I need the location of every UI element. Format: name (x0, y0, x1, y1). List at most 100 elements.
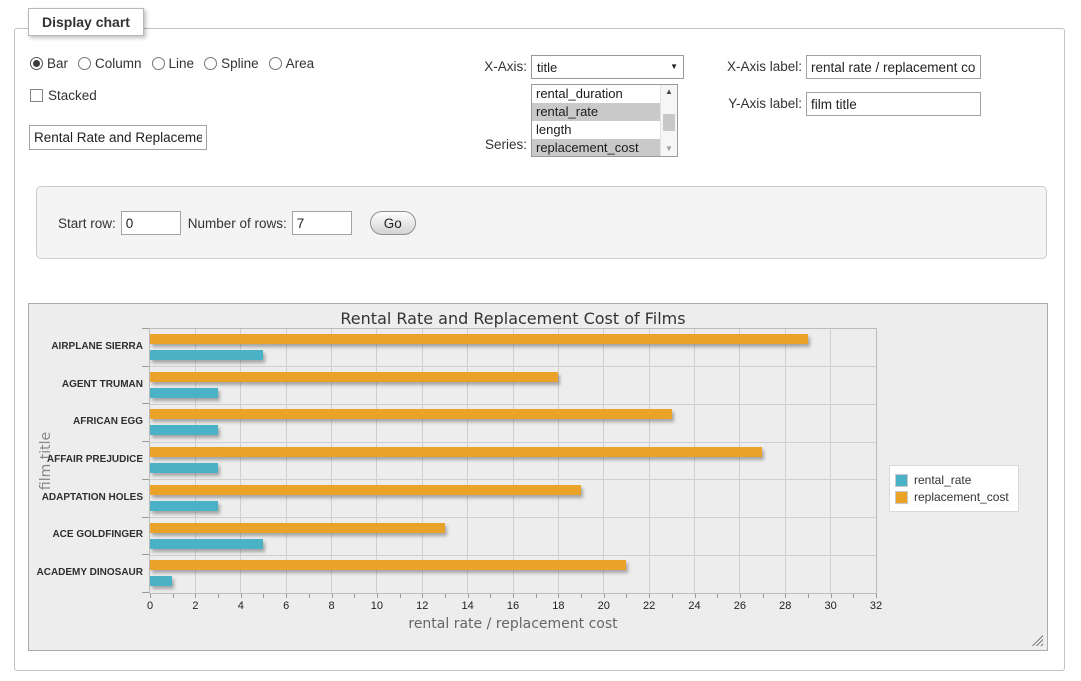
scrollbar-thumb[interactable] (663, 114, 675, 131)
page: { "window": { "legend": "Display chart" … (0, 0, 1081, 681)
x-axis-tick-label: 10 (362, 600, 392, 612)
gridline-vertical (195, 329, 196, 593)
legend-label: rental_rate (914, 473, 971, 487)
x-axis-tick (831, 594, 832, 598)
chart-type-option-column[interactable]: Column (78, 56, 142, 71)
radio-icon[interactable] (78, 57, 91, 70)
checkbox-icon[interactable] (30, 89, 43, 102)
x-axis-tick (513, 594, 514, 598)
series-option-replacement_cost[interactable]: replacement_cost (532, 139, 660, 157)
x-axis-tick (354, 594, 355, 598)
x-axis-tick (717, 594, 718, 598)
x-axis-tick (808, 594, 809, 598)
gridline-vertical (558, 329, 559, 593)
x-axis-tick-label: 22 (634, 600, 664, 612)
category-tick (142, 403, 149, 404)
x-axis-tick (400, 594, 401, 598)
x-axis-title: rental rate / replacement cost (149, 616, 877, 632)
category-tick (142, 328, 149, 329)
category-tick (142, 366, 149, 367)
chart-type-option-label: Column (95, 56, 142, 71)
gridline-vertical (513, 329, 514, 593)
bar-replacement_cost-airplane-sierra (150, 334, 808, 344)
chart-type-option-label: Bar (47, 56, 68, 71)
x-axis-tick (763, 594, 764, 598)
bar-rental_rate-ace-goldfinger (150, 539, 263, 549)
chevron-down-icon: ▼ (670, 62, 678, 71)
x-axis-tick-label: 18 (543, 600, 573, 612)
chart-container: Rental Rate and Replacement Cost of Film… (28, 303, 1048, 651)
chart-type-option-label: Spline (221, 56, 259, 71)
bar-replacement_cost-agent-truman (150, 372, 558, 382)
radio-icon[interactable] (152, 57, 165, 70)
chart-legend: rental_ratereplacement_cost (889, 465, 1019, 512)
category-tick (142, 441, 149, 442)
x-axis-tick (649, 594, 650, 598)
row-range-controls: Start row: Number of rows: Go (58, 211, 416, 235)
x-axis-tick-label: 12 (407, 600, 437, 612)
bar-replacement_cost-african-egg (150, 409, 672, 419)
plot-area (149, 328, 877, 594)
gridline-vertical (240, 329, 241, 593)
x-axis-tick-label: 0 (135, 600, 165, 612)
bar-replacement_cost-adaptation-holes (150, 485, 581, 495)
category-tick (142, 592, 149, 593)
scrollbar[interactable]: ▲ ▼ (660, 85, 677, 156)
series-multiselect[interactable]: rental_durationrental_ratelengthreplacem… (531, 84, 678, 157)
x-axis-tick-label: 20 (589, 600, 619, 612)
go-button[interactable]: Go (370, 211, 416, 235)
bar-rental_rate-african-egg (150, 425, 218, 435)
gridline-horizontal (150, 555, 876, 556)
x-axis-tick (218, 594, 219, 598)
legend-swatch-icon (895, 474, 908, 487)
scrollbar-up-icon[interactable]: ▲ (661, 85, 677, 99)
x-axis-label-caption: X-Axis label: (710, 55, 802, 79)
chart-type-option-label: Area (286, 56, 315, 71)
x-axis-label-input[interactable] (806, 55, 981, 79)
x-axis-tick-label: 16 (498, 600, 528, 612)
chart-type-option-bar[interactable]: Bar (30, 56, 68, 71)
chart-type-option-spline[interactable]: Spline (204, 56, 259, 71)
gridline-vertical (422, 329, 423, 593)
x-axis-tick (286, 594, 287, 598)
gridline-horizontal (150, 404, 876, 405)
category-label: AFFAIR PREJUDICE (29, 454, 143, 465)
stacked-checkbox-row[interactable]: Stacked (30, 88, 97, 103)
y-axis-label-input[interactable] (806, 92, 981, 116)
x-axis-tick (195, 594, 196, 598)
series-option-length[interactable]: length (532, 121, 660, 139)
scrollbar-down-icon[interactable]: ▼ (661, 142, 677, 156)
stacked-label: Stacked (48, 88, 97, 103)
resize-handle-icon[interactable] (1031, 634, 1043, 646)
category-tick (142, 554, 149, 555)
legend-item-rental_rate: rental_rate (895, 473, 1009, 487)
x-axis-select[interactable]: title ▼ (531, 55, 684, 79)
gridline-vertical (603, 329, 604, 593)
x-axis-tick (581, 594, 582, 598)
x-axis-tick (490, 594, 491, 598)
number-of-rows-label: Number of rows: (188, 216, 287, 231)
start-row-input[interactable] (121, 211, 181, 235)
chart-title-input[interactable] (29, 125, 207, 150)
radio-icon[interactable] (204, 57, 217, 70)
chart-type-option-area[interactable]: Area (269, 56, 315, 71)
x-axis-tick (309, 594, 310, 598)
chart-type-option-line[interactable]: Line (152, 56, 195, 71)
radio-icon[interactable] (269, 57, 282, 70)
series-option-rental_duration[interactable]: rental_duration (532, 85, 660, 103)
radio-icon[interactable] (30, 57, 43, 70)
number-of-rows-input[interactable] (292, 211, 352, 235)
category-label: ADAPTATION HOLES (29, 492, 143, 503)
fieldset-legend: Display chart (28, 8, 144, 36)
x-axis-tick (445, 594, 446, 598)
x-axis-tick-label: 26 (725, 600, 755, 612)
category-label: ACADEMY DINOSAUR (29, 567, 143, 578)
category-label: ACE GOLDFINGER (29, 529, 143, 540)
chart-type-radio-group: Bar Column Line Spline Area (30, 56, 314, 71)
x-axis-tick (241, 594, 242, 598)
chart-title: Rental Rate and Replacement Cost of Film… (149, 309, 877, 328)
gridline-vertical (286, 329, 287, 593)
start-row-label: Start row: (58, 216, 116, 231)
series-option-rental_rate[interactable]: rental_rate (532, 103, 660, 121)
y-axis-label-caption: Y-Axis label: (710, 92, 802, 116)
